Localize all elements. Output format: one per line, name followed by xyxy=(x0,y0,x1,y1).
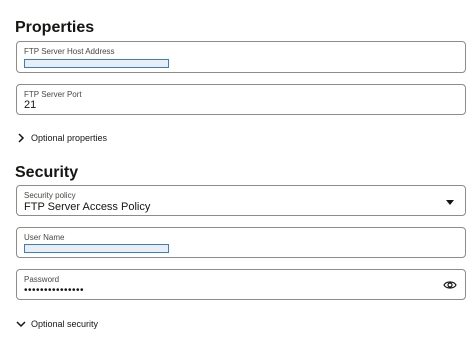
password-field[interactable]: Password ••••••••••••••• xyxy=(16,269,466,300)
password-label: Password xyxy=(24,275,60,284)
chevron-down-icon xyxy=(16,321,26,328)
eye-icon[interactable] xyxy=(443,279,457,291)
security-policy-label: Security policy xyxy=(24,191,76,200)
caret-down-icon xyxy=(446,200,454,205)
optional-security-label: Optional security xyxy=(31,319,99,329)
security-policy-select[interactable]: Security policy FTP Server Access Policy xyxy=(16,185,466,216)
chevron-right-icon xyxy=(18,133,25,143)
username-field[interactable]: User Name xyxy=(16,227,466,258)
host-address-field[interactable]: FTP Server Host Address xyxy=(16,41,466,73)
optional-properties-label: Optional properties xyxy=(31,133,108,143)
password-value: ••••••••••••••• xyxy=(24,285,85,296)
port-value: 21 xyxy=(24,99,37,111)
port-field[interactable]: FTP Server Port 21 xyxy=(16,84,466,115)
security-heading: Security xyxy=(15,164,79,181)
security-policy-value: FTP Server Access Policy xyxy=(24,201,151,213)
form-page: Properties FTP Server Host Address FTP S… xyxy=(0,0,474,345)
host-address-redacted-value xyxy=(24,59,169,68)
properties-heading: Properties xyxy=(15,19,95,36)
username-label: User Name xyxy=(24,233,65,242)
host-address-label: FTP Server Host Address xyxy=(24,47,115,56)
port-label: FTP Server Port xyxy=(24,90,82,99)
username-redacted-value xyxy=(24,244,169,253)
